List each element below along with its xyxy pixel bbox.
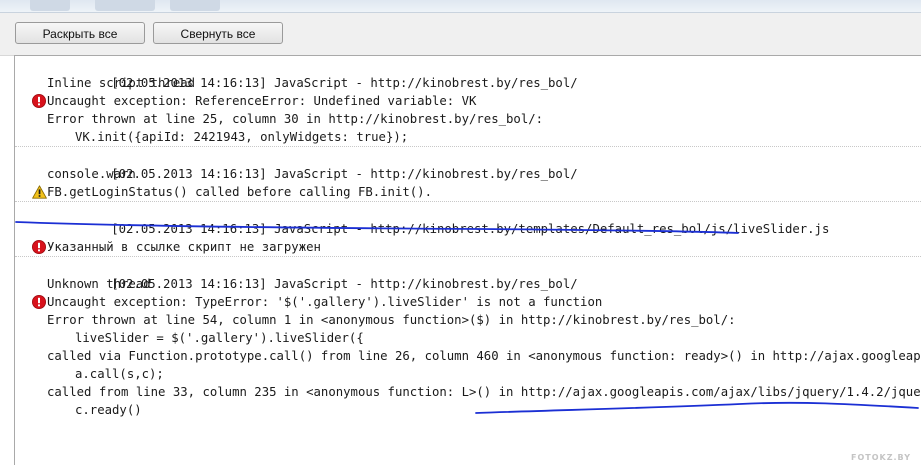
entry-exception: Uncaught exception: ReferenceError: Unde… [47, 94, 477, 108]
tab-strip-fragment [170, 0, 220, 11]
entry-stack-frame: called via Function.prototype.call() fro… [47, 349, 921, 363]
entry-source-line: liveSlider = $('.gallery').liveSlider({ [75, 331, 364, 345]
entry-message: FB.getLoginStatus() called before callin… [47, 185, 432, 199]
entry-thread: Inline script thread [47, 76, 196, 90]
entry-header[interactable]: [02.05.2013 14:16:13] JavaScript - http:… [15, 257, 921, 309]
tab-strip-fragment [95, 0, 155, 11]
entry-source-line: c.ready() [75, 403, 142, 417]
entry-source: console.warn [47, 167, 136, 181]
console-toolbar: Раскрыть все Свернуть все [0, 13, 921, 56]
console-entry[interactable]: [02.05.2013 14:16:13] JavaScript - http:… [15, 56, 921, 146]
entry-header[interactable]: [02.05.2013 14:16:13] JavaScript - http:… [15, 147, 921, 199]
watermark: FOTOKZ.BY [850, 453, 911, 462]
error-console-window: Раскрыть все Свернуть все [02.05.2013 14… [0, 0, 921, 465]
error-icon [32, 58, 46, 108]
console-entry[interactable]: [02.05.2013 14:16:13] JavaScript - http:… [15, 147, 921, 201]
entry-exception: Uncaught exception: TypeError: '$('.gall… [47, 295, 603, 309]
entry-source-line: a.call(s,c); [75, 367, 164, 381]
error-icon [32, 259, 46, 309]
entry-thread: Unknown thread [47, 277, 151, 291]
entry-header[interactable]: [02.05.2013 14:16:13] JavaScript - http:… [15, 202, 921, 254]
collapse-all-button[interactable]: Свернуть все [153, 22, 283, 44]
console-entry[interactable]: [02.05.2013 14:16:13] JavaScript - http:… [15, 202, 921, 256]
error-icon [32, 204, 46, 254]
entry-message: Указанный в ссылке скрипт не загружен [47, 240, 321, 254]
entry-location: Error thrown at line 25, column 30 in ht… [47, 112, 544, 126]
console-entry[interactable]: [02.05.2013 14:16:13] JavaScript - http:… [15, 257, 921, 419]
window-tab-strip [0, 0, 921, 13]
entry-stack-frame: called from line 33, column 235 in <anon… [47, 385, 921, 399]
entry-header[interactable]: [02.05.2013 14:16:13] JavaScript - http:… [15, 56, 921, 108]
console-message-list[interactable]: [02.05.2013 14:16:13] JavaScript - http:… [14, 55, 921, 465]
tab-strip-fragment [30, 0, 70, 11]
entry-location: Error thrown at line 54, column 1 in <an… [47, 313, 736, 327]
warning-icon [32, 149, 47, 199]
entry-source-line: VK.init({apiId: 2421943, onlyWidgets: tr… [75, 130, 409, 144]
entry-spacer [15, 220, 921, 238]
expand-all-button[interactable]: Раскрыть все [15, 22, 145, 44]
